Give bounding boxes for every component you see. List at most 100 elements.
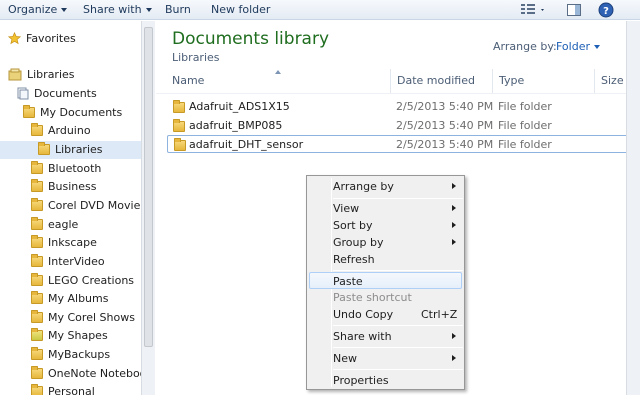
navigation-scrollbar[interactable] bbox=[141, 21, 155, 395]
folder-icon bbox=[31, 365, 43, 379]
help-button[interactable]: ? bbox=[598, 2, 614, 21]
nav-folder-label: Arduino bbox=[48, 124, 91, 137]
nav-folder-label: My Corel Shows bbox=[48, 311, 135, 324]
nav-folder-business[interactable]: Business bbox=[31, 178, 97, 196]
submenu-arrow-icon bbox=[452, 355, 456, 361]
menu-item-label: Undo Copy bbox=[333, 308, 394, 321]
nav-favorites-label: Favorites bbox=[26, 32, 76, 45]
organize-button[interactable]: Organize bbox=[8, 3, 68, 17]
folder-icon bbox=[31, 327, 43, 341]
nav-folder-mybackups[interactable]: MyBackups bbox=[31, 346, 110, 364]
arrange-by-label: Arrange by: bbox=[493, 40, 557, 53]
menu-item-paste[interactable]: Paste bbox=[309, 272, 462, 289]
file-row[interactable]: adafruit_BMP085 2/5/2013 5:40 PM File fo… bbox=[167, 117, 629, 135]
share-with-label: Share with bbox=[83, 3, 142, 16]
folder-icon bbox=[31, 309, 43, 323]
column-header-type[interactable]: Type bbox=[493, 69, 595, 93]
nav-folder-corel-dvd[interactable]: Corel DVD MovieFac bbox=[31, 197, 141, 215]
nav-my-documents-label: My Documents bbox=[40, 106, 123, 119]
chevron-down-icon bbox=[61, 8, 68, 12]
star-icon bbox=[8, 31, 21, 44]
folder-icon bbox=[31, 272, 43, 286]
file-row[interactable]: adafruit_DHT_sensor 2/5/2013 5:40 PM Fil… bbox=[167, 135, 629, 153]
column-header-date-modified[interactable]: Date modified bbox=[391, 69, 493, 93]
nav-folder-inkscape[interactable]: Inkscape bbox=[31, 234, 97, 252]
menu-item-label: New bbox=[333, 352, 357, 365]
nav-folder-libraries[interactable]: Libraries bbox=[0, 141, 141, 159]
nav-folder-label: Bluetooth bbox=[48, 162, 102, 175]
menu-item-view[interactable]: View bbox=[309, 200, 462, 217]
preview-pane-button[interactable] bbox=[566, 2, 582, 21]
svg-text:?: ? bbox=[603, 6, 609, 17]
nav-folder-my-albums[interactable]: My Albums bbox=[31, 290, 108, 308]
file-date: 2/5/2013 5:40 PM bbox=[396, 100, 494, 113]
folder-icon bbox=[31, 253, 43, 267]
context-menu: Arrange by View Sort by Group by Refresh… bbox=[306, 175, 465, 390]
nav-folder-onenote-notebooks[interactable]: OneNote Notebooks bbox=[31, 365, 141, 383]
folder-icon bbox=[31, 160, 43, 174]
preview-pane-icon bbox=[567, 4, 581, 16]
menu-separator bbox=[333, 325, 463, 326]
organize-label: Organize bbox=[8, 3, 58, 16]
folder-icon bbox=[31, 122, 43, 136]
menu-item-arrange-by[interactable]: Arrange by bbox=[309, 178, 462, 195]
nav-folder-label: eagle bbox=[48, 218, 79, 231]
new-folder-button[interactable]: New folder bbox=[211, 3, 270, 17]
column-header-name[interactable]: Name bbox=[166, 69, 391, 93]
menu-separator bbox=[333, 347, 463, 348]
folder-icon bbox=[31, 290, 43, 304]
folder-icon bbox=[23, 104, 35, 118]
menu-item-label: Sort by bbox=[333, 219, 373, 232]
folder-icon bbox=[31, 197, 43, 211]
scrollbar-thumb[interactable] bbox=[144, 27, 153, 347]
header-divider bbox=[156, 93, 626, 94]
nav-folder-label: Personal bbox=[48, 385, 95, 395]
menu-item-refresh[interactable]: Refresh bbox=[309, 251, 462, 268]
arrange-by-dropdown[interactable]: Folder bbox=[556, 40, 600, 53]
menu-item-shortcut: Ctrl+Z bbox=[421, 308, 458, 321]
nav-libraries[interactable]: Libraries bbox=[8, 66, 75, 84]
nav-folder-personal[interactable]: Personal bbox=[31, 383, 95, 395]
change-view-button[interactable] bbox=[520, 2, 546, 21]
nav-folder-label: Libraries bbox=[55, 143, 103, 156]
nav-folder-arduino[interactable]: Arduino bbox=[31, 122, 91, 140]
nav-folder-my-corel-shows[interactable]: My Corel Shows bbox=[31, 309, 135, 327]
chevron-down-icon bbox=[145, 8, 152, 12]
nav-folder-label: MyBackups bbox=[48, 348, 111, 361]
menu-item-properties[interactable]: Properties bbox=[309, 372, 462, 389]
documents-library-icon bbox=[17, 87, 29, 99]
chevron-down-icon bbox=[594, 45, 600, 49]
nav-my-documents[interactable]: My Documents bbox=[23, 104, 122, 122]
nav-folder-label: Corel DVD MovieFac bbox=[48, 199, 141, 212]
nav-folder-eagle[interactable]: eagle bbox=[31, 216, 78, 234]
nav-folder-label: My Albums bbox=[48, 292, 109, 305]
nav-documents[interactable]: Documents bbox=[16, 85, 97, 103]
navigation-pane: Favorites Libraries Documents My Documen… bbox=[0, 21, 141, 395]
nav-folder-label: LEGO Creations bbox=[48, 274, 135, 287]
menu-item-paste-shortcut[interactable]: Paste shortcut bbox=[309, 289, 462, 306]
nav-folder-my-shapes[interactable]: My Shapes bbox=[31, 327, 108, 345]
burn-button[interactable]: Burn bbox=[165, 3, 191, 17]
menu-item-share-with[interactable]: Share with bbox=[309, 328, 462, 345]
nav-folder-label: Inkscape bbox=[48, 236, 97, 249]
folder-icon bbox=[31, 383, 43, 395]
nav-folder-lego-creations[interactable]: LEGO Creations bbox=[31, 272, 134, 290]
share-with-button[interactable]: Share with bbox=[83, 3, 152, 17]
folder-icon bbox=[174, 138, 186, 151]
menu-item-new[interactable]: New bbox=[309, 350, 462, 367]
folder-icon bbox=[173, 100, 185, 113]
menu-item-undo-copy[interactable]: Undo Copy Ctrl+Z bbox=[309, 306, 462, 323]
nav-folder-bluetooth[interactable]: Bluetooth bbox=[31, 160, 101, 178]
nav-favorites[interactable]: Favorites bbox=[8, 30, 76, 48]
menu-separator bbox=[333, 369, 463, 370]
nav-folder-intervideo[interactable]: InterVideo bbox=[31, 253, 105, 271]
folder-icon bbox=[31, 234, 43, 248]
file-row[interactable]: Adafruit_ADS1X15 2/5/2013 5:40 PM File f… bbox=[167, 98, 629, 116]
submenu-arrow-icon bbox=[452, 333, 456, 339]
content-scrollbar[interactable] bbox=[626, 21, 640, 395]
nav-documents-label: Documents bbox=[34, 87, 97, 100]
menu-item-sort-by[interactable]: Sort by bbox=[309, 217, 462, 234]
menu-item-group-by[interactable]: Group by bbox=[309, 234, 462, 251]
libraries-icon bbox=[8, 68, 22, 80]
file-date: 2/5/2013 5:40 PM bbox=[396, 119, 494, 132]
